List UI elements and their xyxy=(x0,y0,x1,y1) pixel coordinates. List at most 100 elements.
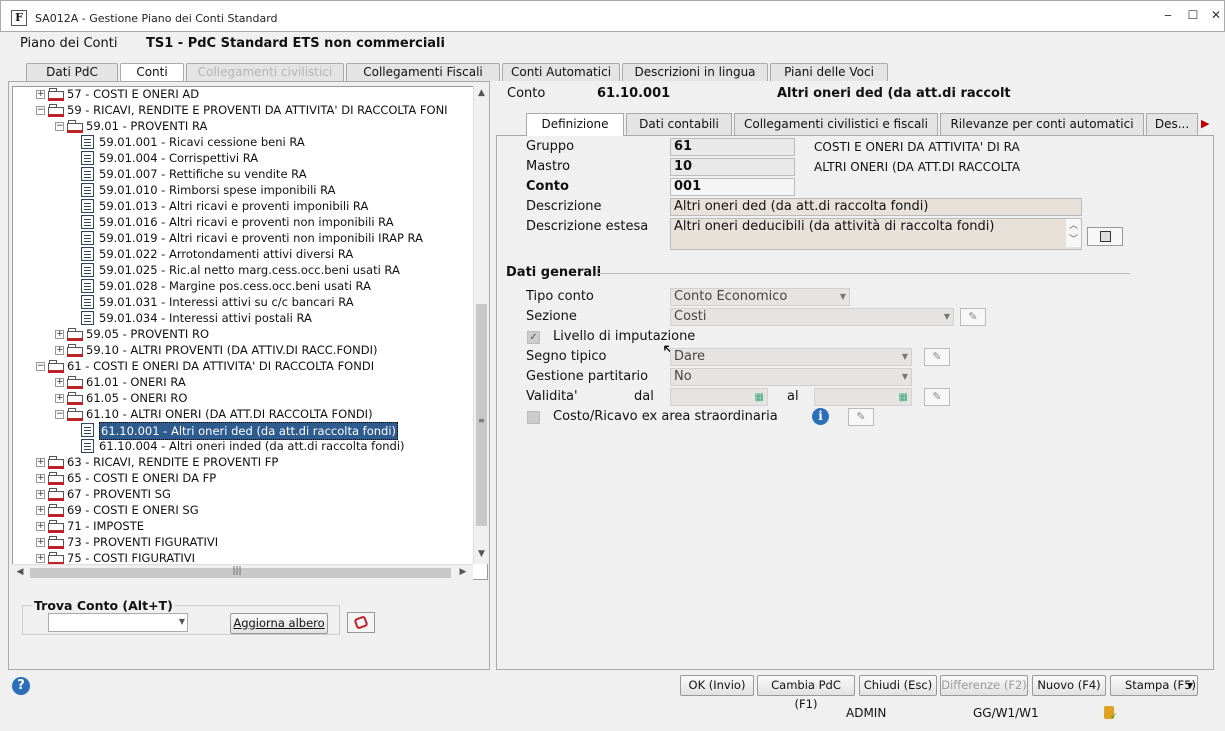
differenze-button[interactable]: Differenze (F2) xyxy=(940,675,1028,696)
folder-icon xyxy=(67,408,83,421)
expand-icon[interactable]: + xyxy=(55,378,64,387)
conto-field[interactable]: 001 xyxy=(670,178,795,196)
stampa-button[interactable]: Stampa (F5) ▼ xyxy=(1110,675,1198,696)
expand-icon[interactable]: + xyxy=(36,538,45,547)
scroll-down-icon[interactable]: ▼ xyxy=(476,549,487,559)
tab-conti[interactable]: Conti xyxy=(120,63,184,82)
gruppo-desc: COSTI E ONERI DA ATTIVITA' DI RA xyxy=(814,140,1020,154)
collapse-icon[interactable]: − xyxy=(36,106,45,115)
account-code: 61.10.001 xyxy=(597,86,671,101)
tab-conti-automatici[interactable]: Conti Automatici xyxy=(502,63,620,81)
stampa-dropdown-icon[interactable]: ▼ xyxy=(1187,676,1193,695)
tab-collegamenti-civ-fiscali[interactable]: Collegamenti civilistici e fiscali xyxy=(734,113,938,135)
straordinaria-checkbox[interactable] xyxy=(527,411,540,424)
gruppo-field: 61 xyxy=(670,138,795,156)
tree-node-label: 59.01.025 - Ric.al netto marg.cess.occ.b… xyxy=(99,263,400,277)
scroll-grip-icon: ≡ xyxy=(478,416,485,425)
collapse-icon[interactable]: − xyxy=(55,122,64,131)
tab-dati-pdc[interactable]: Dati PdC xyxy=(26,63,118,81)
tipo-conto-select[interactable]: Conto Economico ▼ xyxy=(670,288,850,306)
tree-node-label: 59.01.010 - Rimborsi spese imponibili RA xyxy=(99,183,336,197)
gestione-dropdown-icon[interactable]: ▼ xyxy=(902,369,908,385)
nuovo-button[interactable]: Nuovo (F4) xyxy=(1032,675,1106,696)
document-icon xyxy=(81,279,94,293)
document-icon xyxy=(81,215,94,229)
scroll-up-icon[interactable]: ▲ xyxy=(476,88,487,98)
al-date-field[interactable]: ▦ xyxy=(814,388,912,406)
help-icon[interactable]: ? xyxy=(12,677,30,695)
tree-node-label: 59.01.034 - Interessi attivi postali RA xyxy=(99,311,312,325)
tab-scroll-right-icon[interactable]: ▶ xyxy=(1201,117,1209,130)
tree-horizontal-scrollbar[interactable]: ◀ ||| ▶ xyxy=(12,564,473,580)
find-dropdown-icon[interactable]: ▼ xyxy=(179,617,185,626)
mastro-label: Mastro xyxy=(526,159,571,174)
section-divider xyxy=(596,273,1130,274)
tree-node-label: 59.01.031 - Interessi attivi su c/c banc… xyxy=(99,295,354,309)
al-calendar-icon[interactable]: ▦ xyxy=(899,390,908,406)
expand-icon[interactable]: + xyxy=(36,506,45,515)
expand-icon[interactable]: + xyxy=(36,458,45,467)
collapse-icon[interactable]: − xyxy=(36,362,45,371)
folder-icon xyxy=(48,360,64,373)
expand-icon[interactable]: + xyxy=(36,474,45,483)
scroll-left-icon[interactable]: ◀ xyxy=(15,567,25,577)
tab-dati-contabili[interactable]: Dati contabili xyxy=(626,113,732,135)
segno-edit-icon[interactable]: ✎ xyxy=(924,348,950,366)
collapse-icon[interactable]: − xyxy=(55,410,64,419)
close-button[interactable]: ✕ xyxy=(1208,7,1224,23)
tree-vertical-scrollbar[interactable]: ▲ ≡ ▼ xyxy=(473,86,488,564)
sezione-dropdown-icon[interactable]: ▼ xyxy=(944,309,950,325)
title-bar: F SA012A - Gestione Piano dei Conti Stan… xyxy=(0,0,1225,32)
conto-label: Conto xyxy=(526,179,569,194)
sezione-label: Sezione xyxy=(526,309,577,324)
tree-node-label: 59.01 - PROVENTI RA xyxy=(86,119,208,133)
account-tree[interactable]: +57 - COSTI E ONERI AD −59 - RICAVI, REND… xyxy=(12,86,488,580)
ok-button[interactable]: OK (Invio) xyxy=(680,675,754,696)
straordinaria-edit-icon[interactable]: ✎ xyxy=(848,408,874,426)
livello-checkbox[interactable]: ✓ xyxy=(527,331,540,344)
notes-icon[interactable] xyxy=(1087,227,1123,246)
expand-icon[interactable]: + xyxy=(55,394,64,403)
refresh-tree-button[interactable]: Aggiorna albero xyxy=(230,613,328,634)
expand-icon[interactable]: + xyxy=(36,90,45,99)
tipo-conto-value: Conto Economico xyxy=(674,289,788,304)
dal-date-field[interactable]: ▦ xyxy=(670,388,768,406)
estesa-spinner-icon[interactable]: ︿ ﹀ xyxy=(1066,219,1081,247)
tab-definizione[interactable]: Definizione xyxy=(526,113,624,136)
tab-rilevanze[interactable]: Rilevanze per conti automatici xyxy=(940,113,1144,135)
maximize-button[interactable]: ☐ xyxy=(1185,7,1201,23)
gestione-select[interactable]: No ▼ xyxy=(670,368,912,386)
sezione-edit-icon[interactable]: ✎ xyxy=(960,308,986,326)
dal-calendar-icon[interactable]: ▦ xyxy=(755,390,764,406)
tree-node-label: 59.01.013 - Altri ricavi e proventi impo… xyxy=(99,199,369,213)
expand-icon[interactable]: + xyxy=(55,346,64,355)
tipo-conto-dropdown-icon[interactable]: ▼ xyxy=(840,289,846,305)
document-icon xyxy=(81,439,94,453)
scroll-right-icon[interactable]: ▶ xyxy=(458,567,468,577)
sezione-select[interactable]: Costi ▼ xyxy=(670,308,954,326)
tab-descrizioni-lingua[interactable]: Descrizioni in lingua xyxy=(622,63,768,81)
tab-descrizioni[interactable]: Des... xyxy=(1146,113,1198,135)
tab-collegamenti-fiscali[interactable]: Collegamenti Fiscali xyxy=(346,63,500,81)
minimize-button[interactable]: ‒ xyxy=(1160,7,1176,23)
find-input[interactable]: ▼ xyxy=(48,613,188,632)
info-icon[interactable]: i xyxy=(812,408,829,425)
segno-select[interactable]: Dare ▼ xyxy=(670,348,912,366)
tab-collegamenti-civilistici[interactable]: Collegamenti civilistici xyxy=(186,63,344,81)
expand-icon[interactable]: + xyxy=(36,522,45,531)
wand-icon[interactable] xyxy=(347,612,375,633)
tree-node-label: 59.01.028 - Margine pos.cess.occ.beni us… xyxy=(99,279,371,293)
chiudi-button[interactable]: Chiudi (Esc) xyxy=(859,675,937,696)
segno-dropdown-icon[interactable]: ▼ xyxy=(902,349,908,365)
tab-piani-voci[interactable]: Piani delle Voci xyxy=(770,63,888,81)
expand-icon[interactable]: + xyxy=(55,330,64,339)
descrizione-estesa-field[interactable]: Altri oneri deducibili (da attività di r… xyxy=(670,218,1082,250)
validita-edit-icon[interactable]: ✎ xyxy=(924,388,950,406)
descrizione-field[interactable]: Altri oneri ded (da att.di raccolta fond… xyxy=(670,198,1082,216)
scroll-thumb[interactable] xyxy=(476,304,487,526)
expand-icon[interactable]: + xyxy=(36,490,45,499)
expand-icon[interactable]: + xyxy=(36,554,45,563)
validita-label: Validita' xyxy=(526,389,578,404)
folder-icon xyxy=(48,488,64,501)
cambia-pdc-button[interactable]: Cambia PdC (F1) xyxy=(757,675,855,711)
